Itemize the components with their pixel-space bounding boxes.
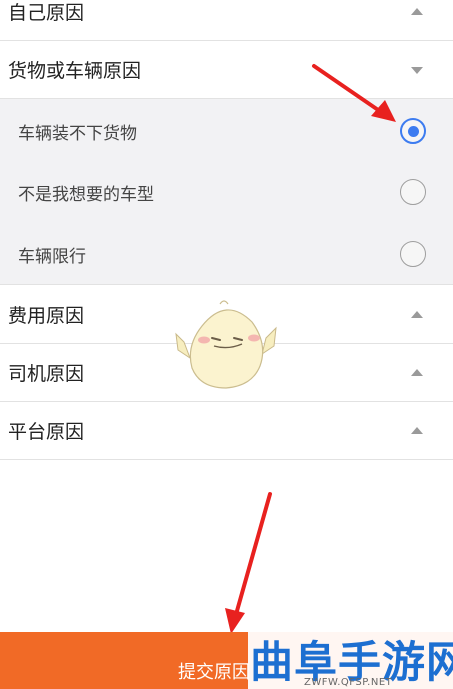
option-label: 不是我想要的车型 (18, 184, 154, 205)
submit-button-label: 提交原因 (178, 662, 250, 683)
option-wrong-vehicle-type[interactable]: 不是我想要的车型 (0, 161, 453, 223)
option-vehicle-restricted[interactable]: 车辆限行 (0, 223, 453, 285)
option-vehicle-too-small[interactable]: 车辆装不下货物 (0, 100, 453, 162)
caret-up-icon (411, 310, 423, 318)
caret-up-icon (411, 426, 423, 434)
section-own-reason-label: 自己原因 (8, 2, 85, 24)
caret-up-icon (411, 368, 423, 376)
option-label: 车辆装不下货物 (18, 123, 137, 144)
section-goods-vehicle-reason[interactable]: 货物或车辆原因 (0, 41, 453, 99)
goods-vehicle-options: 车辆装不下货物 不是我想要的车型 车辆限行 (0, 99, 453, 285)
section-fee-reason-label: 费用原因 (8, 305, 85, 327)
radio-checked-icon[interactable] (400, 118, 426, 144)
watermark-url: ZWFW.QFSP.NET (304, 677, 393, 688)
caret-down-icon (411, 66, 423, 74)
radio-unchecked-icon[interactable] (400, 179, 426, 205)
section-platform-reason[interactable]: 平台原因 (0, 402, 453, 460)
section-platform-reason-label: 平台原因 (8, 421, 85, 443)
section-goods-vehicle-reason-label: 货物或车辆原因 (8, 60, 142, 82)
cancel-reason-screen: 自己原因 货物或车辆原因 车辆装不下货物 不是我想要的车型 车辆限行 费用原因 … (0, 0, 453, 689)
mascot-sticker-icon (175, 300, 277, 389)
radio-unchecked-icon[interactable] (400, 241, 426, 267)
caret-up-icon (411, 7, 423, 15)
section-driver-reason-label: 司机原因 (8, 363, 85, 385)
option-label: 车辆限行 (18, 246, 86, 267)
section-own-reason[interactable]: 自己原因 (0, 0, 453, 41)
